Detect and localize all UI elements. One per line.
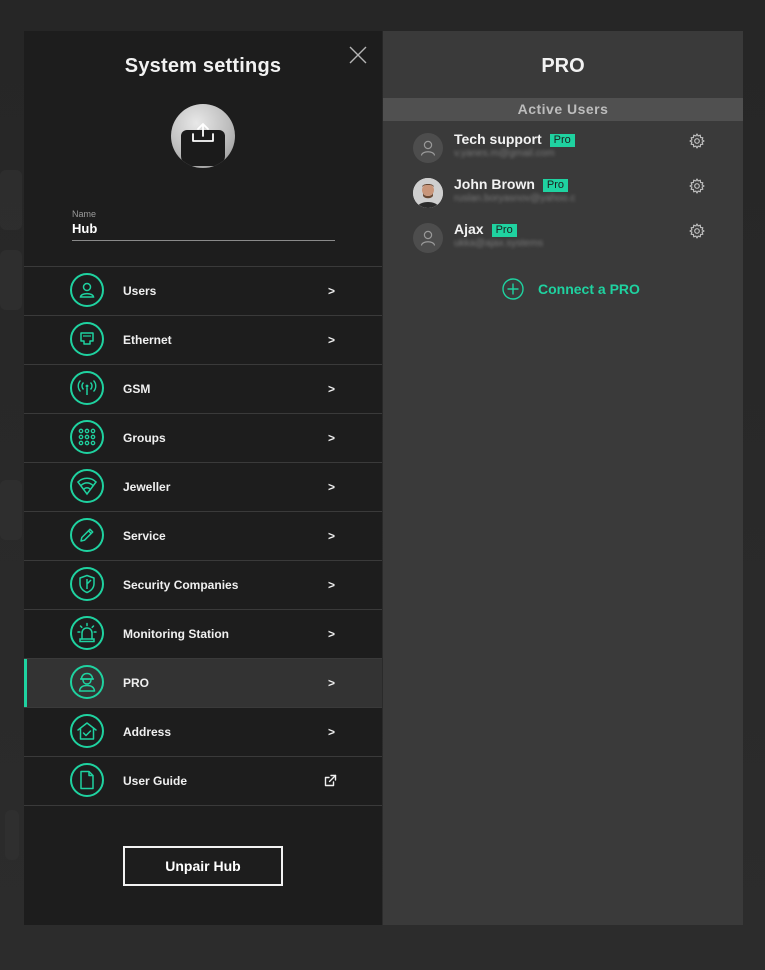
chevron-right-icon: > (328, 480, 336, 494)
menu-item-monitoring-station[interactable]: Monitoring Station > (24, 610, 382, 659)
backdrop-fragment (5, 810, 19, 860)
default-avatar-icon (413, 223, 443, 253)
connect-pro-button[interactable]: Connect a PRO (502, 278, 640, 300)
user-settings-button[interactable] (689, 178, 705, 199)
user-row[interactable]: John Brown Pro ruslan.boryasnov@yahoo.c (413, 176, 713, 216)
house-check-icon (70, 714, 104, 748)
user-name-text: John Brown (454, 176, 535, 192)
user-name-text: Tech support (454, 131, 542, 147)
menu-item-label: Security Companies (123, 578, 239, 592)
menu-item-ethernet[interactable]: Ethernet > (24, 316, 382, 365)
user-email: ruslan.boryasnov@yahoo.c (454, 193, 576, 204)
user-email: ukka@ajax.systems (454, 238, 544, 249)
shield-icon (70, 567, 104, 601)
wifi-shield-icon (70, 469, 104, 503)
user-row[interactable]: Ajax Pro ukka@ajax.systems (413, 221, 713, 261)
menu-item-service[interactable]: Service > (24, 512, 382, 561)
default-avatar-icon (413, 133, 443, 163)
user-email: v.yanes.m@gmail.com (454, 148, 555, 159)
chevron-right-icon: > (328, 578, 336, 592)
backdrop-fragment (0, 170, 22, 230)
pro-badge: Pro (549, 134, 575, 147)
document-icon (70, 763, 104, 797)
chevron-right-icon: > (328, 431, 336, 445)
user-name: Ajax Pro (454, 221, 517, 237)
user-settings-button[interactable] (689, 223, 705, 244)
menu-item-label: Users (123, 284, 157, 298)
user-name: John Brown Pro (454, 176, 569, 192)
user-photo-avatar (413, 178, 443, 208)
user-name-text: Ajax (454, 221, 484, 237)
menu-item-label: Groups (123, 431, 166, 445)
chevron-right-icon: > (328, 284, 336, 298)
user-name: Tech support Pro (454, 131, 575, 147)
backdrop-fragment (0, 480, 22, 540)
gear-icon (689, 178, 705, 194)
menu-item-groups[interactable]: Groups > (24, 414, 382, 463)
siren-icon (70, 616, 104, 650)
grid-dots-icon (70, 420, 104, 454)
connect-pro-label: Connect a PRO (538, 281, 640, 297)
menu-item-label: PRO (123, 676, 150, 690)
pro-badge: Pro (542, 179, 569, 192)
unpair-hub-button[interactable]: Unpair Hub (123, 846, 283, 886)
external-link-icon (324, 774, 337, 792)
settings-menu: Users > Ethernet > GSM > Groups > Jewell… (24, 266, 382, 806)
menu-item-user-guide[interactable]: User Guide (24, 757, 382, 806)
chevron-right-icon: > (328, 676, 336, 690)
menu-item-label: GSM (123, 382, 151, 396)
user-icon (70, 273, 104, 307)
chevron-right-icon: > (328, 725, 336, 739)
hub-image-upload[interactable] (171, 104, 235, 168)
menu-item-label: Address (123, 725, 172, 739)
gear-icon (689, 223, 705, 239)
menu-item-users[interactable]: Users > (24, 267, 382, 316)
pencil-icon (70, 518, 104, 552)
installer-icon (70, 665, 104, 699)
gear-icon (689, 133, 705, 149)
menu-item-label: Monitoring Station (123, 627, 229, 641)
user-settings-button[interactable] (689, 133, 705, 154)
menu-item-label: Jeweller (123, 480, 171, 494)
menu-item-label: Service (123, 529, 166, 543)
pro-panel: PRO Active Users Tech support Pro v.yanes… (383, 31, 743, 925)
panel-title: PRO (541, 55, 585, 77)
menu-item-label: User Guide (123, 774, 188, 788)
chevron-right-icon: > (328, 333, 336, 347)
name-value[interactable]: Hub (72, 221, 335, 241)
chevron-right-icon: > (328, 627, 336, 641)
antenna-signal-icon (70, 371, 104, 405)
plus-circle-icon (502, 278, 524, 300)
system-settings-panel: System settings Name Hub Users > Etherne… (24, 31, 382, 925)
backdrop-fragment (0, 250, 22, 310)
menu-item-gsm[interactable]: GSM > (24, 365, 382, 414)
section-header: Active Users (383, 98, 743, 121)
hub-name-field[interactable]: Name Hub (72, 209, 335, 241)
chevron-right-icon: > (328, 382, 336, 396)
ethernet-port-icon (70, 322, 104, 356)
user-row[interactable]: Tech support Pro v.yanes.m@gmail.com (413, 131, 713, 171)
menu-item-pro[interactable]: PRO > (24, 659, 382, 708)
menu-item-label: Ethernet (123, 333, 172, 347)
menu-item-address[interactable]: Address > (24, 708, 382, 757)
panel-title: System settings (124, 55, 282, 77)
pro-badge: Pro (491, 224, 517, 237)
menu-item-jeweller[interactable]: Jeweller > (24, 463, 382, 512)
name-label: Name (72, 209, 97, 219)
upload-icon (192, 123, 214, 142)
menu-item-security-companies[interactable]: Security Companies > (24, 561, 382, 610)
chevron-right-icon: > (328, 529, 336, 543)
